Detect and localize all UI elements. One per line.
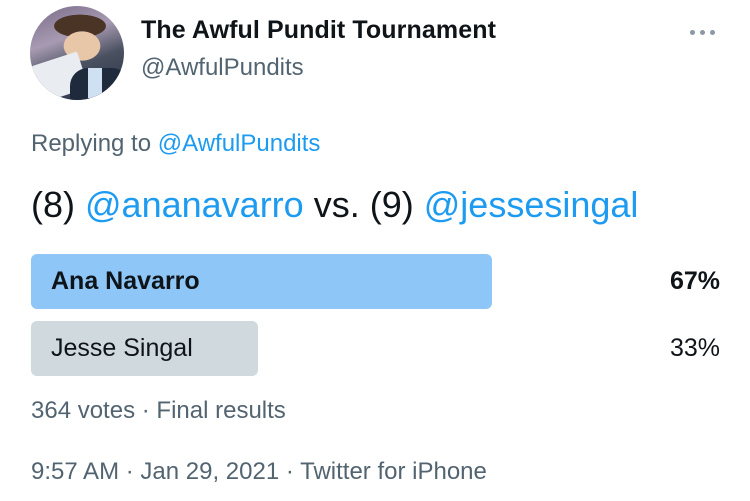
replying-to-mention[interactable]: @AwfulPundits xyxy=(158,130,321,157)
more-dot xyxy=(690,29,695,35)
poll-option-2-label: Jesse Singal xyxy=(51,334,193,362)
replying-to-line: Replying to @AwfulPundits xyxy=(31,130,320,158)
author-display-name[interactable]: The Awful Pundit Tournament xyxy=(141,16,496,45)
replying-to-label: Replying to xyxy=(31,130,152,157)
tweet-text: (8) @ananavarro vs. (9) @jessesingal xyxy=(31,184,638,226)
seed-b: (9) xyxy=(369,184,414,225)
poll-option-1: Ana Navarro 67% xyxy=(31,254,720,309)
poll-option-1-label: Ana Navarro xyxy=(51,267,200,295)
tweet-timestamp: 9:57 AM · Jan 29, 2021 · Twitter for iPh… xyxy=(31,458,487,486)
mention-ananavarro[interactable]: @ananavarro xyxy=(85,184,304,225)
timestamp-separator: · xyxy=(285,458,294,485)
more-dot xyxy=(710,29,715,35)
seed-a: (8) xyxy=(31,184,75,225)
more-dot xyxy=(700,29,705,35)
poll-votes: 364 votes xyxy=(31,397,136,424)
poll-status: Final results xyxy=(156,397,286,424)
more-horizontal-icon[interactable] xyxy=(690,27,720,37)
profile-avatar[interactable] xyxy=(30,6,124,100)
timestamp-separator: · xyxy=(125,458,134,485)
poll-separator: · xyxy=(141,397,150,424)
poll-option-2-percent: 33% xyxy=(669,334,720,362)
poll-option-2: Jesse Singal 33% xyxy=(31,321,720,376)
tweet-time[interactable]: 9:57 AM xyxy=(31,458,119,485)
mention-jessesingal[interactable]: @jessesingal xyxy=(424,184,639,225)
author-handle[interactable]: @AwfulPundits xyxy=(141,54,304,82)
tweet-source[interactable]: Twitter for iPhone xyxy=(300,458,487,485)
tweet-date[interactable]: Jan 29, 2021 xyxy=(140,458,279,485)
poll-option-1-percent: 67% xyxy=(669,267,720,295)
avatar-shirt xyxy=(88,68,102,98)
poll-meta: 364 votes · Final results xyxy=(31,397,286,425)
vs-text: vs. xyxy=(313,184,360,225)
